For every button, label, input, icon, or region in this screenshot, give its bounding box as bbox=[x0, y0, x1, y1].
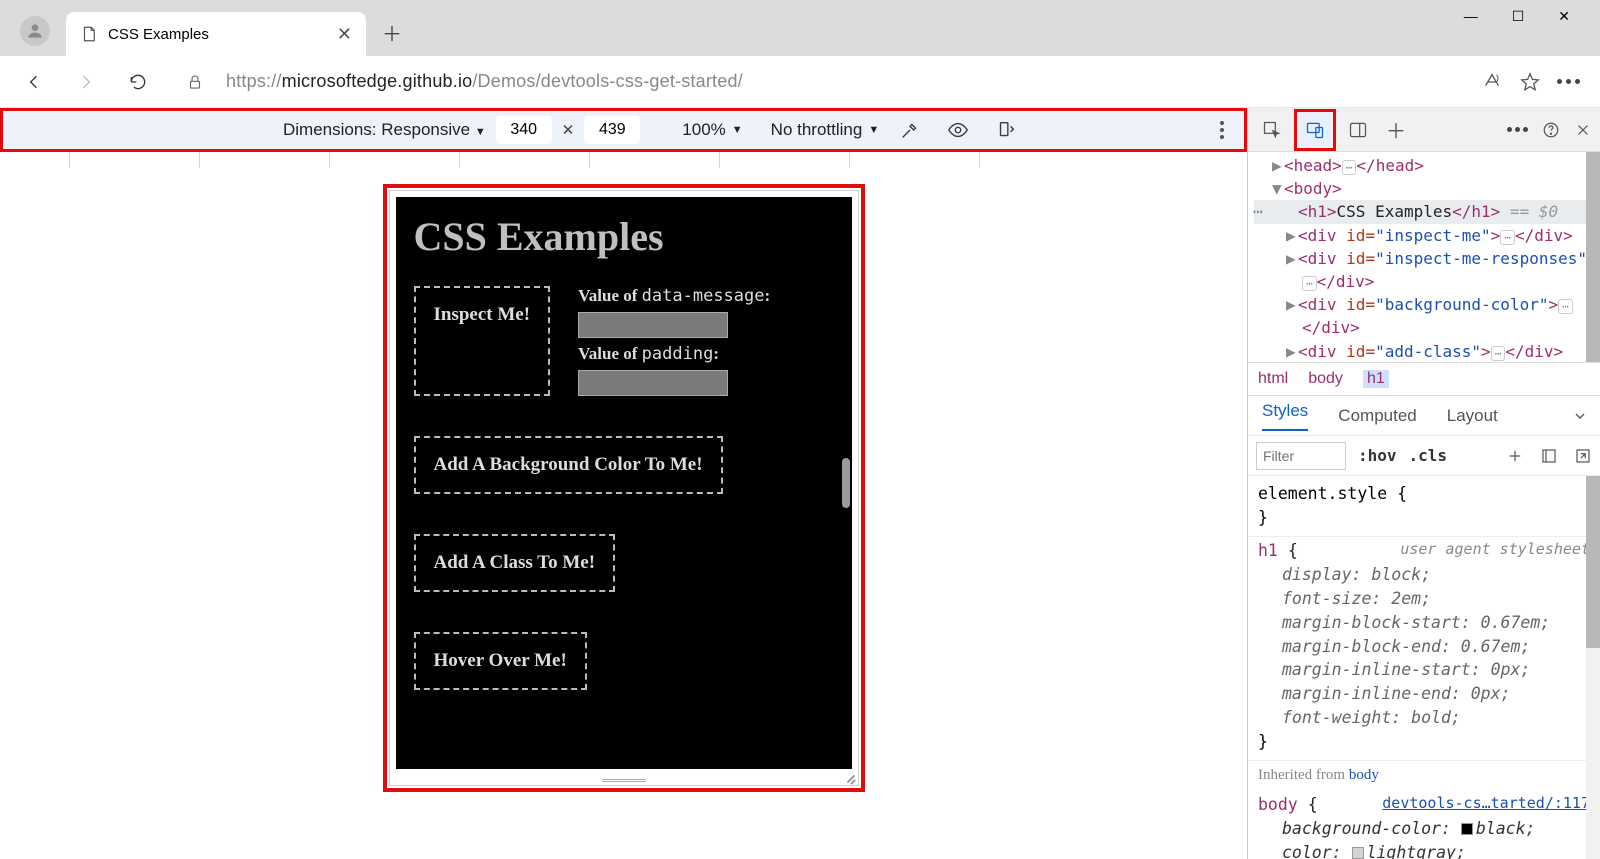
background-color-box[interactable]: Add A Background Color To Me! bbox=[414, 436, 723, 494]
width-input[interactable] bbox=[496, 116, 552, 144]
open-external-icon[interactable] bbox=[1574, 447, 1592, 465]
new-panel-button[interactable]: ＋ bbox=[1380, 114, 1412, 146]
new-style-rule-icon[interactable] bbox=[1506, 447, 1524, 465]
hov-button[interactable]: :hov bbox=[1358, 446, 1397, 465]
eyedropper-icon[interactable] bbox=[899, 119, 921, 141]
page-icon bbox=[80, 25, 98, 43]
device-resize-grip[interactable] bbox=[390, 775, 858, 785]
forward-button[interactable] bbox=[68, 64, 104, 100]
device-toolbar: Dimensions: Responsive ▼ ✕ 100% ▼ No thr… bbox=[0, 108, 1247, 152]
browser-titlebar: CSS Examples ✕ ＋ — ☐ ✕ bbox=[0, 0, 1600, 56]
height-input[interactable] bbox=[584, 116, 640, 144]
close-window-button[interactable]: ✕ bbox=[1558, 8, 1570, 25]
new-tab-button[interactable]: ＋ bbox=[372, 12, 412, 52]
close-devtools-icon[interactable] bbox=[1574, 121, 1592, 139]
styles-rules[interactable]: element.style { } h1 {user agent stylesh… bbox=[1248, 476, 1600, 859]
url-field[interactable]: https://microsoftedge.github.io/Demos/de… bbox=[220, 71, 1465, 92]
cls-button[interactable]: .cls bbox=[1409, 446, 1448, 465]
device-frame: CSS Examples Inspect Me! Value of data-m… bbox=[389, 190, 859, 786]
zoom-dropdown[interactable]: 100% ▼ bbox=[682, 120, 742, 140]
device-toggle-button[interactable] bbox=[1299, 114, 1331, 146]
crumb-html[interactable]: html bbox=[1258, 370, 1288, 388]
styles-tabs: Styles Computed Layout bbox=[1248, 396, 1600, 436]
reload-button[interactable] bbox=[120, 64, 156, 100]
visibility-icon[interactable] bbox=[947, 119, 969, 141]
dimension-x: ✕ bbox=[562, 121, 575, 139]
elements-tree[interactable]: ▶<head>⋯</head> ▼<body> ⋯<h1>CSS Example… bbox=[1248, 152, 1600, 362]
devtools-more-icon[interactable] bbox=[1507, 127, 1528, 132]
styles-toolbar: :hov .cls bbox=[1248, 436, 1600, 476]
data-message-input[interactable] bbox=[578, 312, 728, 338]
breadcrumb[interactable]: html body h1 bbox=[1248, 362, 1600, 396]
styles-filter-input[interactable] bbox=[1256, 442, 1346, 470]
more-menu-icon[interactable] bbox=[1557, 79, 1580, 84]
crumb-body[interactable]: body bbox=[1308, 370, 1343, 388]
inspect-me-box[interactable]: Inspect Me! bbox=[414, 286, 551, 396]
dock-side-button[interactable] bbox=[1342, 114, 1374, 146]
inspect-element-button[interactable] bbox=[1256, 114, 1288, 146]
crumb-h1[interactable]: h1 bbox=[1363, 370, 1389, 388]
device-emulation-area: Dimensions: Responsive ▼ ✕ 100% ▼ No thr… bbox=[0, 108, 1247, 859]
devtools-toolbar: ＋ bbox=[1248, 108, 1600, 152]
page-heading: CSS Examples bbox=[414, 213, 834, 260]
elements-scrollbar[interactable] bbox=[1586, 152, 1600, 362]
favorite-icon[interactable] bbox=[1519, 71, 1541, 93]
throttling-dropdown[interactable]: No throttling ▼ bbox=[771, 120, 880, 140]
highlight-frame: CSS Examples Inspect Me! Value of data-m… bbox=[383, 184, 865, 792]
device-ruler bbox=[0, 152, 1247, 168]
device-more-icon[interactable] bbox=[1220, 121, 1224, 139]
page-scrollbar[interactable] bbox=[842, 458, 850, 508]
window-controls: — ☐ ✕ bbox=[1464, 8, 1594, 25]
help-icon[interactable] bbox=[1542, 121, 1560, 139]
tab-styles[interactable]: Styles bbox=[1262, 401, 1308, 431]
padding-input[interactable] bbox=[578, 370, 728, 396]
read-aloud-icon[interactable] bbox=[1481, 71, 1503, 93]
lock-icon bbox=[186, 73, 204, 91]
tab-computed[interactable]: Computed bbox=[1338, 406, 1416, 426]
devtools-panel: ＋ ▶<head>⋯</head> ▼<body> ⋯<h1>CSS Examp… bbox=[1247, 108, 1600, 859]
maximize-button[interactable]: ☐ bbox=[1512, 8, 1525, 25]
resize-corner[interactable] bbox=[842, 769, 856, 783]
values-panel: Value of data-message: Value of padding: bbox=[578, 286, 770, 396]
minimize-button[interactable]: — bbox=[1464, 8, 1478, 25]
hover-box[interactable]: Hover Over Me! bbox=[414, 632, 587, 690]
address-bar: https://microsoftedge.github.io/Demos/de… bbox=[0, 56, 1600, 108]
inherited-from: Inherited from body bbox=[1248, 761, 1600, 791]
profile-avatar[interactable] bbox=[20, 16, 50, 46]
add-class-box[interactable]: Add A Class To Me! bbox=[414, 534, 616, 592]
tab-title: CSS Examples bbox=[108, 26, 209, 43]
emulated-page[interactable]: CSS Examples Inspect Me! Value of data-m… bbox=[396, 197, 852, 769]
computed-toggle-icon[interactable] bbox=[1540, 447, 1558, 465]
rules-scrollbar[interactable] bbox=[1586, 476, 1600, 859]
rotate-icon[interactable] bbox=[995, 119, 1017, 141]
browser-tab[interactable]: CSS Examples ✕ bbox=[66, 12, 366, 56]
chevron-down-icon[interactable] bbox=[1572, 408, 1588, 424]
back-button[interactable] bbox=[16, 64, 52, 100]
tab-layout[interactable]: Layout bbox=[1447, 406, 1498, 426]
close-tab-icon[interactable]: ✕ bbox=[337, 24, 352, 45]
source-link[interactable]: devtools-cs…tarted/:117 bbox=[1382, 793, 1590, 815]
dimensions-dropdown[interactable]: Dimensions: Responsive ▼ bbox=[283, 120, 486, 140]
